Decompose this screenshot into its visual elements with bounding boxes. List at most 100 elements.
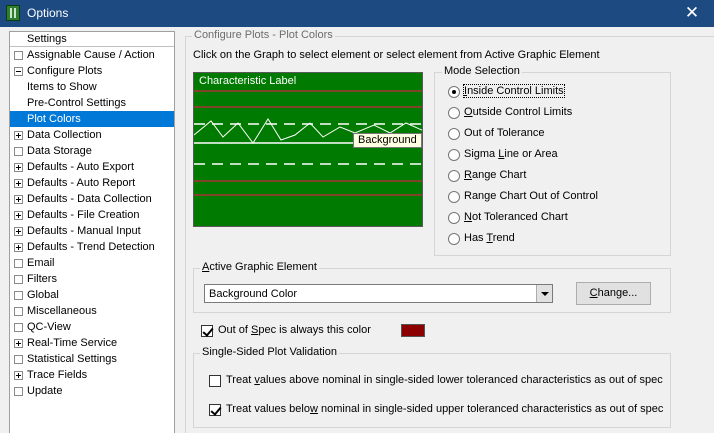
tree-item[interactable]: Plot Colors [10,111,174,127]
tree-item[interactable]: Configure Plots [10,63,174,79]
tree-item-label: Data Collection [27,129,102,141]
settings-tree[interactable]: Settings Assignable Cause / Action Config… [9,31,175,433]
tree-item[interactable]: Update [10,383,174,399]
tree-checkbox[interactable] [14,307,23,316]
tree-item-label: Defaults - Auto Export [27,161,134,173]
tree-item-label: Items to Show [27,81,97,93]
instruction-text: Click on the Graph to select element or … [193,49,600,61]
tree-checkbox[interactable] [14,291,23,300]
panel-title: Configure Plots - Plot Colors [192,29,335,41]
tree-item[interactable]: Defaults - File Creation [10,207,174,223]
tree-item[interactable]: Data Storage [10,143,174,159]
tree-item[interactable]: Trace Fields [10,367,174,383]
mode-option-label: Range Chart [464,169,527,181]
expand-icon[interactable] [14,211,23,220]
expand-icon[interactable] [14,163,23,172]
tree-item[interactable]: Defaults - Auto Report [10,175,174,191]
tree-header: Settings [10,32,174,47]
tree-item[interactable]: Defaults - Data Collection [10,191,174,207]
mode-radio[interactable] [448,149,460,161]
expand-icon[interactable] [14,339,23,348]
mode-radio[interactable] [448,212,460,224]
background-tooltip: Background [353,133,422,148]
characteristic-label[interactable]: Characteristic Label [199,75,296,87]
expand-icon[interactable] [14,195,23,204]
mode-selection-title: Mode Selection [442,65,522,77]
single-sided-title: Single-Sided Plot Validation [200,346,339,358]
tree-item[interactable]: Email [10,255,174,271]
out-of-spec-checkbox[interactable] [201,325,213,337]
tree-item-label: Trace Fields [27,369,88,381]
active-element-title: Active Graphic Element [200,261,319,273]
tree-item[interactable]: Miscellaneous [10,303,174,319]
tree-item[interactable]: Assignable Cause / Action [10,47,174,63]
tree-checkbox[interactable] [14,323,23,332]
plot-preview-svg [194,90,422,196]
mode-selection-group: Mode Selection [434,65,671,256]
expand-icon[interactable] [14,227,23,236]
window-title: Options [27,6,69,20]
single-sided-group: Single-Sided Plot Validation [193,346,671,428]
active-element-dropdown[interactable]: Background Color [204,284,553,303]
mode-radio[interactable] [448,191,460,203]
mode-radio[interactable] [448,170,460,182]
tree-item[interactable]: Statistical Settings [10,351,174,367]
tree-item-label: Statistical Settings [27,353,117,365]
tree-item-label: Defaults - Trend Detection [27,241,155,253]
tree-item[interactable]: Defaults - Auto Export [10,159,174,175]
tree-item-label: Pre-Control Settings [27,97,127,109]
tree-checkbox[interactable] [14,51,23,60]
tree-item-label: Data Storage [27,145,92,157]
tree-item-label: Email [27,257,55,269]
out-of-spec-color-swatch[interactable] [401,324,425,337]
tree-rows: Assignable Cause / Action Configure Plots… [10,47,174,399]
tree-item-label: Defaults - Data Collection [27,193,152,205]
mode-option-label: Has Trend [464,232,515,244]
tree-item[interactable]: Pre-Control Settings [10,95,174,111]
tree-checkbox[interactable] [14,275,23,284]
mode-radio[interactable] [448,233,460,245]
tree-item[interactable]: Data Collection [10,127,174,143]
tree-item-label: Defaults - File Creation [27,209,140,221]
tree-item-label: Real-Time Service [27,337,118,349]
tree-item-label: Defaults - Manual Input [27,225,141,237]
mode-option-label: Outside Control Limits [464,106,573,118]
mode-radio[interactable] [448,86,460,98]
expand-icon[interactable] [14,371,23,380]
tree-item[interactable]: QC-View [10,319,174,335]
tree-checkbox[interactable] [14,147,23,156]
plot-preview-graph[interactable]: Characteristic Label [193,72,423,227]
mode-radio[interactable] [448,107,460,119]
mode-option-label: Out of Tolerance [464,127,545,139]
out-of-spec-label: Out of Spec is always this color [218,324,371,336]
expand-icon[interactable] [14,131,23,140]
tree-item-label: Miscellaneous [27,305,97,317]
tree-item[interactable]: Defaults - Manual Input [10,223,174,239]
mode-option-label: Inside Control Limits [463,84,565,98]
single-sided-label: Treat values below nominal in single-sid… [226,403,664,415]
close-icon: ✕ [684,3,700,22]
expand-icon[interactable] [14,243,23,252]
chevron-down-icon[interactable] [536,285,552,302]
active-element-value: Background Color [209,288,298,300]
tree-checkbox[interactable] [14,387,23,396]
mode-radio[interactable] [448,128,460,140]
tree-item-label: Filters [27,273,57,285]
expand-icon[interactable] [14,179,23,188]
close-button[interactable]: ✕ [670,0,714,27]
tree-item-label: Assignable Cause / Action [27,49,155,61]
single-sided-checkbox[interactable] [209,375,221,387]
tree-item[interactable]: Real-Time Service [10,335,174,351]
tree-item[interactable]: Global [10,287,174,303]
tree-item-label: QC-View [27,321,71,333]
tree-item[interactable]: Defaults - Trend Detection [10,239,174,255]
collapse-icon[interactable] [14,67,23,76]
tree-checkbox[interactable] [14,355,23,364]
single-sided-checkbox[interactable] [209,404,221,416]
tree-checkbox[interactable] [14,259,23,268]
tree-item[interactable]: Items to Show [10,79,174,95]
mode-option-label: Not Toleranced Chart [464,211,568,223]
change-button[interactable]: Change... [576,282,651,305]
tree-item[interactable]: Filters [10,271,174,287]
mode-option-label: Sigma Line or Area [464,148,558,160]
